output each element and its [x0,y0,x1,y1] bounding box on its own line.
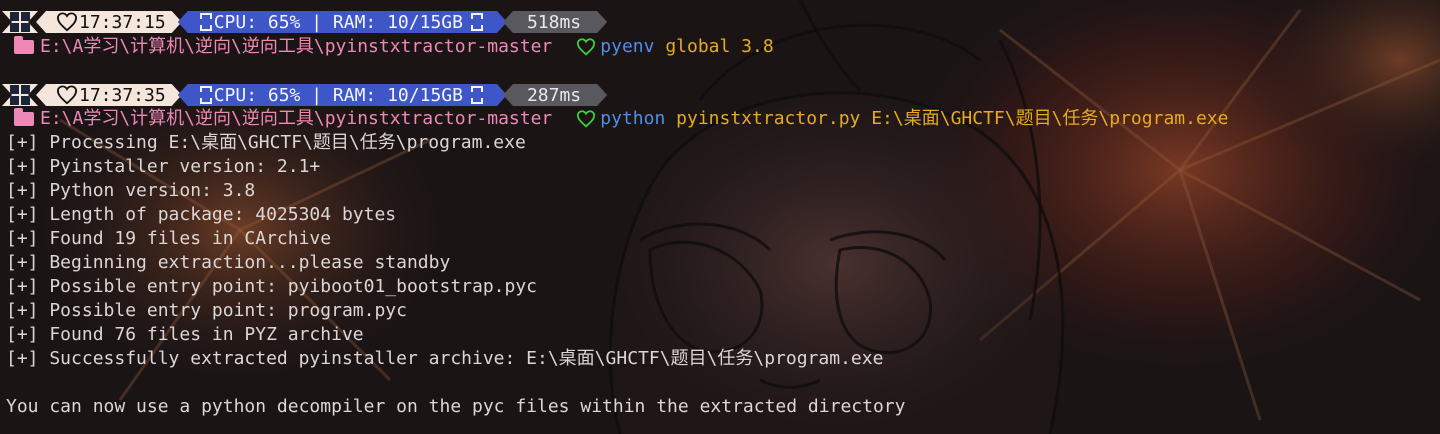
folder-icon [14,36,34,54]
command-line: E:\A学习\计算机\逆向\逆向工具\pyinstxtractor-master… [14,35,774,59]
duration-segment: 518ms [503,11,607,33]
time-segment: 17:37:15 [36,11,182,33]
duration-segment: 287ms [503,84,607,106]
output-line: [+] Found 76 files in PYZ archive [6,324,364,345]
folder-icon [14,108,34,126]
current-path: E:\A学习\计算机\逆向\逆向工具\pyinstxtractor-master [40,36,553,57]
command-duration: 287ms [526,84,582,106]
heart-icon [56,85,78,105]
green-heart-icon [577,110,596,128]
prompt-status-bar: 17:37:35 CPU: 65% | RAM: 10/15GB 287ms [2,83,607,107]
output-line: [+] Possible entry point: program.pyc [6,300,407,321]
os-segment [2,11,38,33]
system-stats-segment: CPU: 65% | RAM: 10/15GB [178,11,507,33]
green-heart-icon [577,38,596,56]
cpu-ram-readout: CPU: 65% | RAM: 10/15GB [213,11,463,33]
terminal-window[interactable]: 17:37:15 CPU: 65% | RAM: 10/15GB 518ms E… [0,0,1440,434]
output-line: You can now use a python decompiler on t… [6,396,906,417]
command-args: global 3.8 [665,36,774,57]
prompt-time: 17:37:35 [79,84,166,106]
output-line: [+] Python version: 3.8 [6,180,256,201]
chip-icon [471,13,483,31]
chip-icon [200,86,212,104]
prompt-time: 17:37:15 [79,11,166,33]
output-line: [+] Pyinstaller version: 2.1+ [6,156,321,177]
time-segment: 17:37:35 [36,84,182,106]
command-name: python [600,108,666,129]
output-line: [+] Successfully extracted pyinstaller a… [6,348,884,369]
command-name: pyenv [600,36,655,57]
os-segment [2,84,38,106]
system-stats-segment: CPU: 65% | RAM: 10/15GB [178,84,507,106]
current-path: E:\A学习\计算机\逆向\逆向工具\pyinstxtractor-master [40,108,553,129]
chip-icon [200,13,212,31]
command-line: E:\A学习\计算机\逆向\逆向工具\pyinstxtractor-master… [14,107,1228,131]
command-duration: 518ms [526,11,582,33]
output-line: [+] Length of package: 4025304 bytes [6,204,397,225]
cpu-ram-readout: CPU: 65% | RAM: 10/15GB [213,84,463,106]
windows-logo-icon [10,12,30,32]
output-line: [+] Beginning extraction...please standb… [6,252,451,273]
heart-icon [56,12,78,32]
prompt-status-bar: 17:37:15 CPU: 65% | RAM: 10/15GB 518ms [2,10,607,34]
chip-icon [471,86,483,104]
command-args: pyinstxtractor.py E:\桌面\GHCTF\题目\任务\prog… [676,108,1229,129]
output-line: [+] Possible entry point: pyiboot01_boot… [6,276,538,297]
output-line: [+] Processing E:\桌面\GHCTF\题目\任务\program… [6,132,526,153]
windows-logo-icon [10,85,30,105]
output-line: [+] Found 19 files in CArchive [6,228,332,249]
